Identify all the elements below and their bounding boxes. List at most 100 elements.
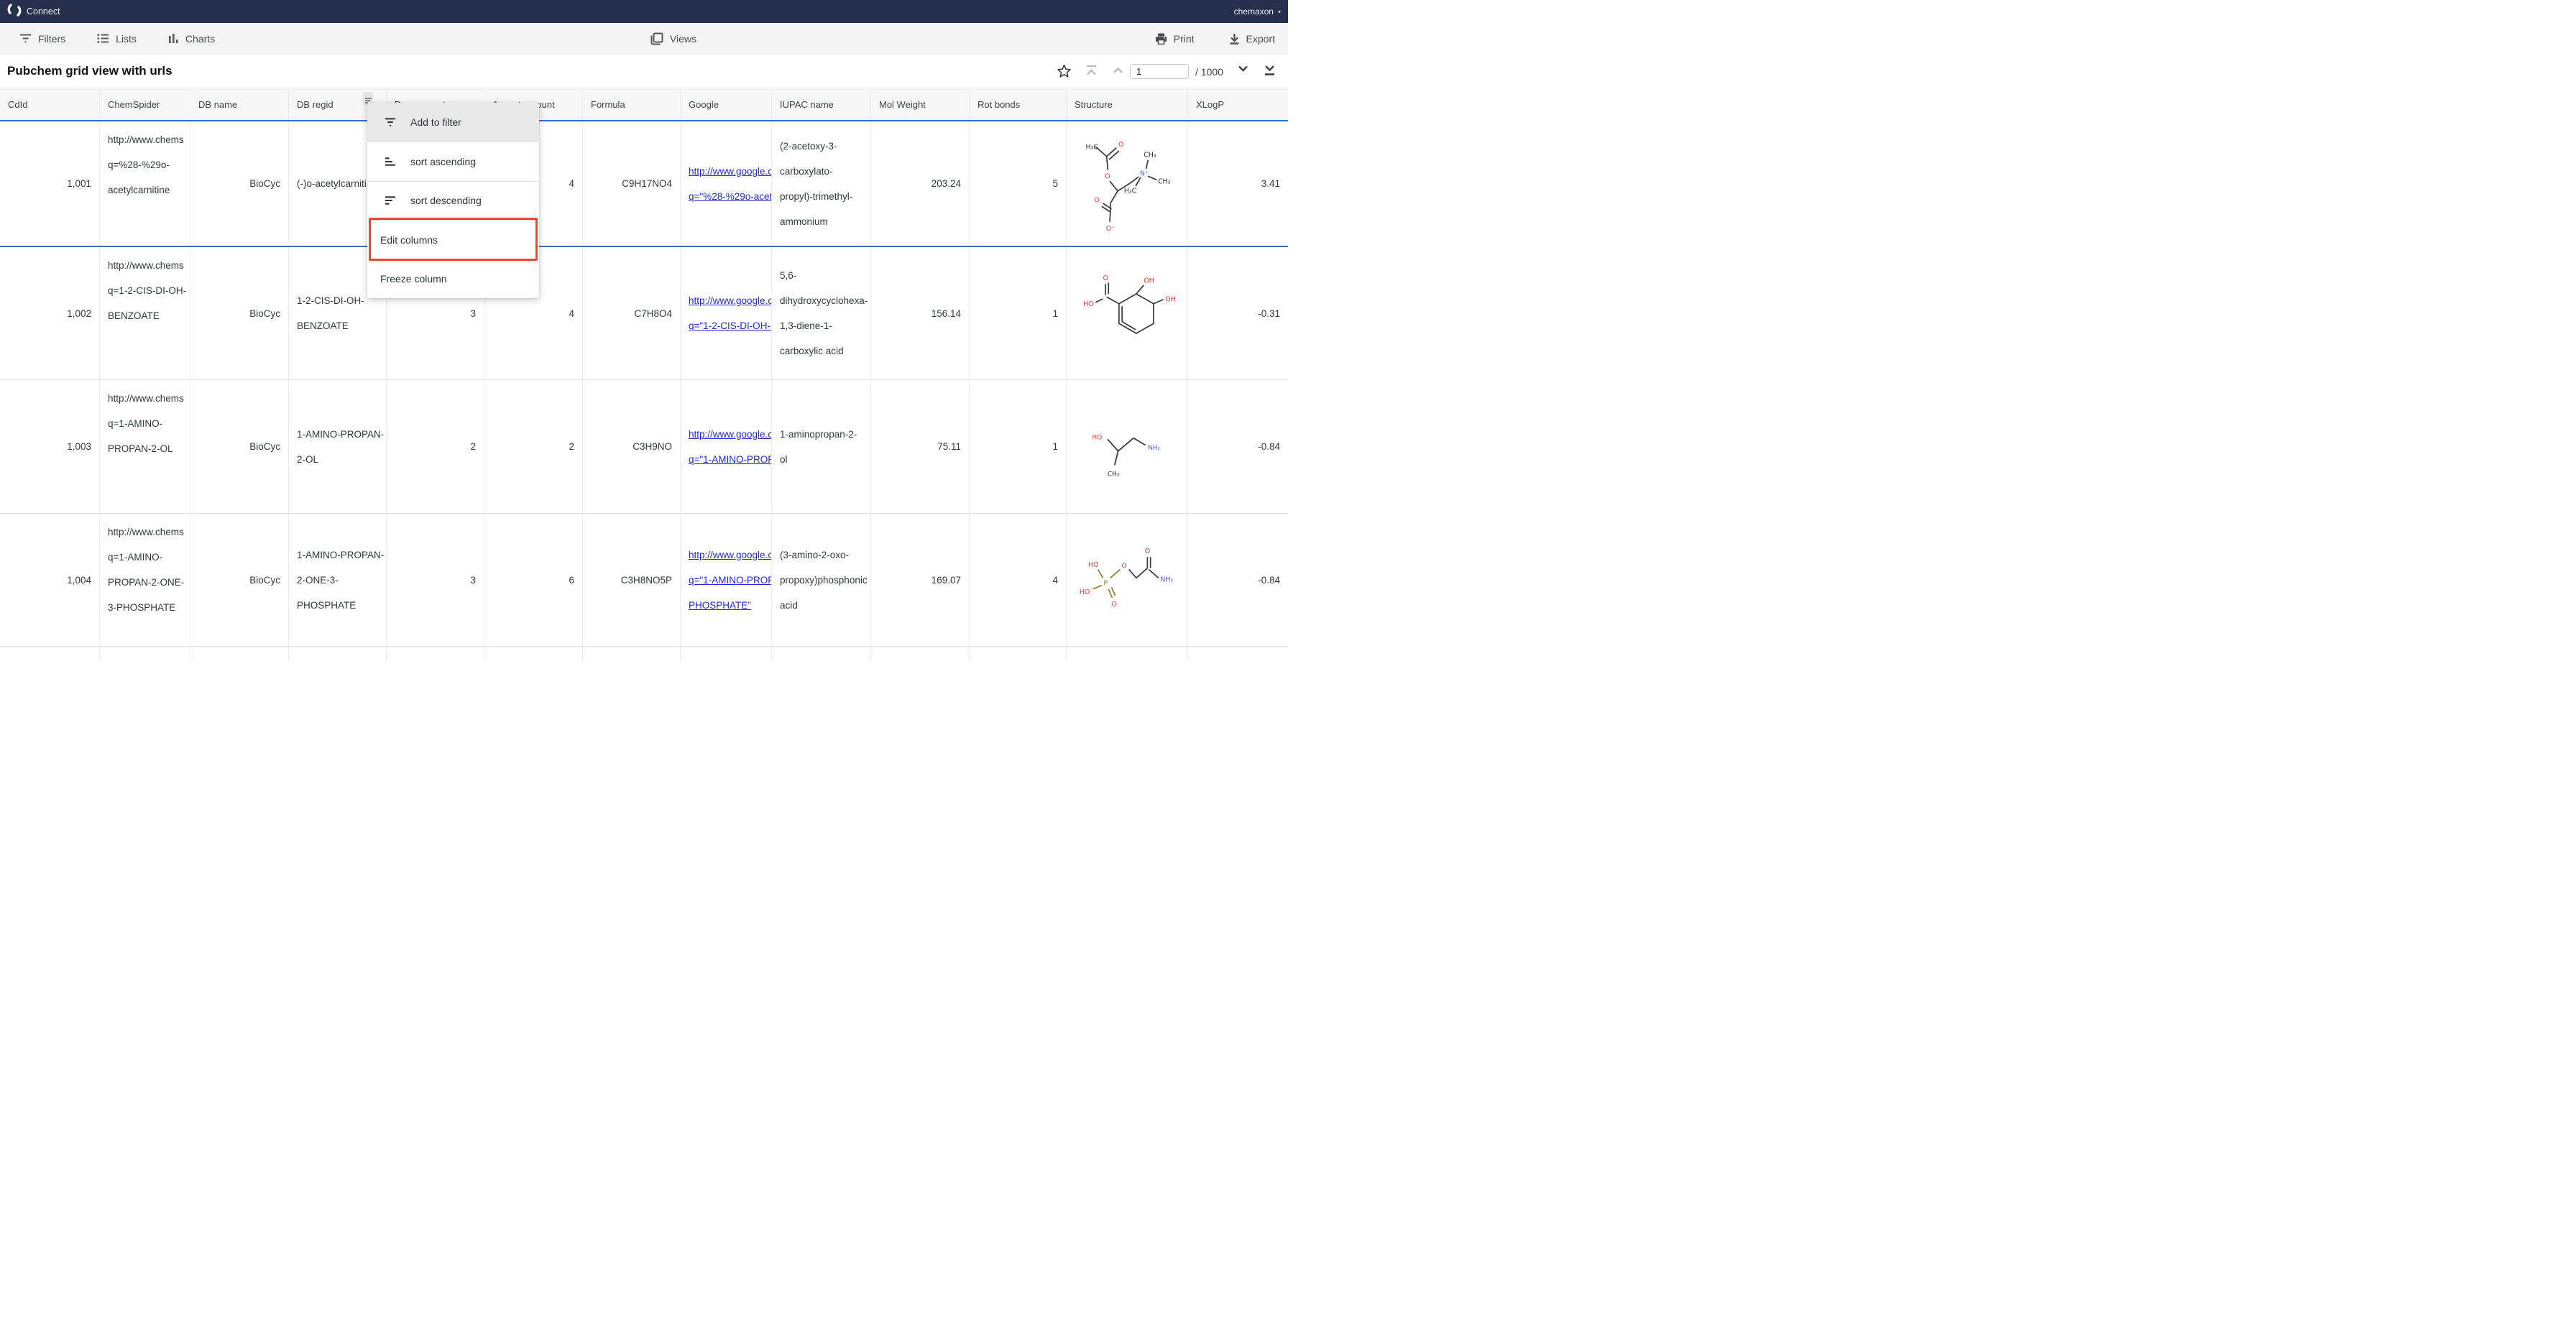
structure-aminooxopropoxyphosphonic-acid: HO HO P O O O NH₂ bbox=[1075, 526, 1179, 634]
sort-descending-icon bbox=[385, 195, 396, 205]
column-header-iupac-name[interactable]: IUPAC name bbox=[772, 88, 871, 120]
menu-item-freeze-column[interactable]: Freeze column bbox=[367, 259, 539, 298]
cell-chemspider: http://www.chem bbox=[100, 647, 190, 661]
lists-button[interactable]: Lists bbox=[97, 33, 137, 45]
cell-structure bbox=[1067, 647, 1188, 661]
previous-page-icon[interactable] bbox=[1111, 65, 1125, 78]
cell-donor-count: 3 bbox=[387, 514, 484, 646]
next-page-icon[interactable] bbox=[1236, 65, 1250, 78]
cell-formula: C7H8O4 bbox=[583, 247, 681, 379]
bar-chart-icon bbox=[168, 33, 179, 44]
cell-mol-weight: 75.11 bbox=[871, 380, 970, 513]
svg-text:O: O bbox=[1121, 563, 1126, 570]
cell-formula: C3H9NO bbox=[583, 380, 681, 513]
cell-db-name: BioCyc bbox=[190, 121, 289, 246]
cell-cdid: 1,004 bbox=[0, 514, 100, 646]
cell-iupac: 1-aminopropan-2- ol bbox=[772, 380, 871, 513]
view-header: Pubchem grid view with urls / 1000 bbox=[0, 55, 1288, 88]
column-header-formula[interactable]: Formula bbox=[583, 88, 681, 120]
last-page-icon[interactable] bbox=[1263, 64, 1276, 80]
cell-xlogp: -0.84 bbox=[1188, 380, 1288, 513]
cell-structure: OH OH O HO bbox=[1067, 247, 1188, 379]
toolbar-center: Views bbox=[650, 23, 696, 55]
cell-db-regid: 1-AMINO-PROPAN- 2-OL bbox=[289, 380, 387, 513]
svg-text:CH₃: CH₃ bbox=[1108, 471, 1120, 478]
column-header-cdid[interactable]: CdId bbox=[0, 88, 100, 120]
filter-icon bbox=[385, 117, 396, 127]
cell-rot-bonds: 5 bbox=[970, 121, 1067, 246]
table-row[interactable]: http://www.chem bbox=[0, 647, 1288, 661]
cell-db-regid bbox=[289, 647, 387, 661]
views-button[interactable]: Views bbox=[650, 32, 696, 45]
filters-label: Filters bbox=[38, 33, 65, 45]
cell-cdid bbox=[0, 647, 100, 661]
svg-text:O: O bbox=[1105, 173, 1110, 181]
svg-text:O: O bbox=[1112, 601, 1117, 609]
export-button[interactable]: Export bbox=[1229, 33, 1275, 45]
column-header-google[interactable]: Google bbox=[681, 88, 772, 120]
cell-db-regid: 1-AMINO-PROPAN- 2-ONE-3- PHOSPHATE bbox=[289, 514, 387, 646]
svg-text:O: O bbox=[1103, 274, 1108, 282]
svg-text:NH₂: NH₂ bbox=[1160, 576, 1173, 584]
table-row[interactable]: 1,001 http://www.chems q=%28-%29o- acety… bbox=[0, 120, 1288, 247]
favorite-star-icon[interactable] bbox=[1056, 63, 1072, 83]
svg-text:O: O bbox=[1118, 141, 1123, 149]
filters-button[interactable]: Filters bbox=[19, 33, 65, 45]
print-button[interactable]: Print bbox=[1155, 33, 1195, 45]
cell-rot-bonds bbox=[970, 647, 1067, 661]
cell-donor-count: 2 bbox=[387, 380, 484, 513]
views-icon bbox=[650, 32, 663, 45]
cell-db-name: BioCyc bbox=[190, 247, 289, 379]
structure-dihydroxycyclohexadiene-acid: OH OH O HO bbox=[1075, 254, 1179, 373]
brand[interactable]: Connect bbox=[0, 3, 60, 21]
column-header-mol-weight[interactable]: Mol Weight bbox=[871, 88, 970, 120]
cell-cdid: 1,003 bbox=[0, 380, 100, 513]
menu-item-sort-descending[interactable]: sort descending bbox=[367, 181, 539, 220]
column-header-rot-bonds[interactable]: Rot bonds bbox=[970, 88, 1067, 120]
column-header-db-name[interactable]: DB name bbox=[190, 88, 289, 120]
grid-header-row: CdId ChemSpider DB name DB regid Donor c… bbox=[0, 88, 1288, 120]
menu-item-sort-ascending[interactable]: sort ascending bbox=[367, 142, 539, 180]
structure-acetylcarnitine: H₃C O O N⁺ CH₃ CH₃ H₃C O O⁻ bbox=[1075, 124, 1179, 243]
cell-structure: HO CH₃ NH₂ bbox=[1067, 380, 1188, 513]
table-row[interactable]: 1,003 http://www.chems q=1-AMINO- PROPAN… bbox=[0, 380, 1288, 514]
printer-icon bbox=[1155, 33, 1167, 45]
table-row[interactable]: 1,002 http://www.chems q=1-2-CIS-DI-OH- … bbox=[0, 247, 1288, 380]
cell-google-link[interactable]: http://www.google.c q="1-AMINO-PROPA bbox=[681, 380, 772, 513]
svg-text:O: O bbox=[1145, 547, 1150, 555]
svg-text:CH₃: CH₃ bbox=[1144, 152, 1156, 160]
cell-google-link[interactable]: http://www.google.c q="1-AMINO-PROPA PHO… bbox=[681, 514, 772, 646]
page-title: Pubchem grid view with urls bbox=[7, 64, 172, 78]
svg-text:CH₃: CH₃ bbox=[1158, 178, 1171, 186]
structure-aminopropanol: HO CH₃ NH₂ bbox=[1077, 397, 1177, 497]
menu-item-edit-columns[interactable]: Edit columns bbox=[367, 220, 539, 259]
column-context-menu: Add to filter sort ascending sort descen… bbox=[367, 103, 539, 298]
user-menu[interactable]: chemaxon ▾ bbox=[1234, 0, 1281, 23]
print-label: Print bbox=[1174, 33, 1195, 45]
charts-button[interactable]: Charts bbox=[168, 33, 215, 45]
cell-xlogp: 3.41 bbox=[1188, 121, 1288, 246]
cell-google-link[interactable]: http://www.google.c q="%28-%29o-acety bbox=[681, 121, 772, 246]
cell-xlogp bbox=[1188, 647, 1288, 661]
charts-label: Charts bbox=[185, 33, 215, 45]
chemaxon-logo-icon bbox=[7, 3, 22, 21]
cell-chemspider: http://www.chems q=1-2-CIS-DI-OH- BENZOA… bbox=[100, 247, 190, 379]
menu-item-add-to-filter[interactable]: Add to filter bbox=[367, 103, 539, 142]
cell-acceptor-count bbox=[484, 647, 583, 661]
page-number-input[interactable] bbox=[1130, 64, 1189, 79]
cell-iupac bbox=[772, 647, 871, 661]
svg-text:O⁻: O⁻ bbox=[1106, 225, 1115, 233]
cell-google-link[interactable]: http://www.google.c q="1-2-CIS-DI-OH-BE bbox=[681, 247, 772, 379]
column-header-chemspider[interactable]: ChemSpider bbox=[100, 88, 190, 120]
list-icon bbox=[97, 33, 109, 44]
cell-mol-weight: 203.24 bbox=[871, 121, 970, 246]
column-header-structure[interactable]: Structure bbox=[1067, 88, 1188, 120]
table-row[interactable]: 1,004 http://www.chems q=1-AMINO- PROPAN… bbox=[0, 514, 1288, 647]
first-page-icon[interactable] bbox=[1085, 65, 1098, 80]
cell-xlogp: -0.84 bbox=[1188, 514, 1288, 646]
cell-iupac: (3-amino-2-oxo- propoxy)phosphonic acid bbox=[772, 514, 871, 646]
svg-text:HO: HO bbox=[1092, 434, 1102, 441]
chevron-down-icon: ▾ bbox=[1278, 9, 1281, 15]
column-header-xlogp[interactable]: XLogP bbox=[1188, 88, 1288, 120]
svg-text:HO: HO bbox=[1083, 300, 1094, 308]
